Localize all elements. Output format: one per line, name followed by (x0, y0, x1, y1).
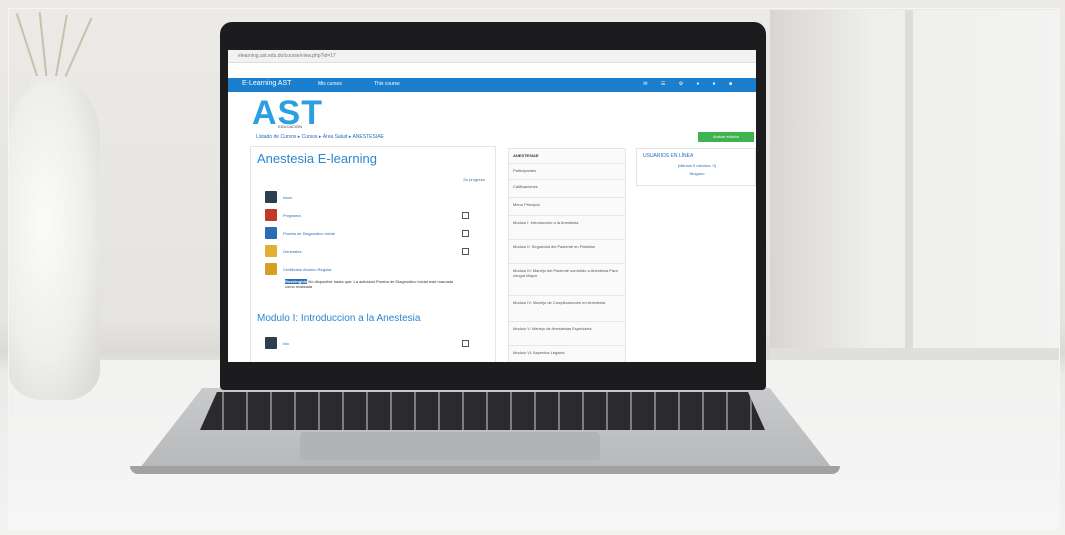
photo-scene: elearning.ast.edu.do/course/view.php?id=… (0, 0, 1065, 535)
image-border (8, 8, 1060, 530)
